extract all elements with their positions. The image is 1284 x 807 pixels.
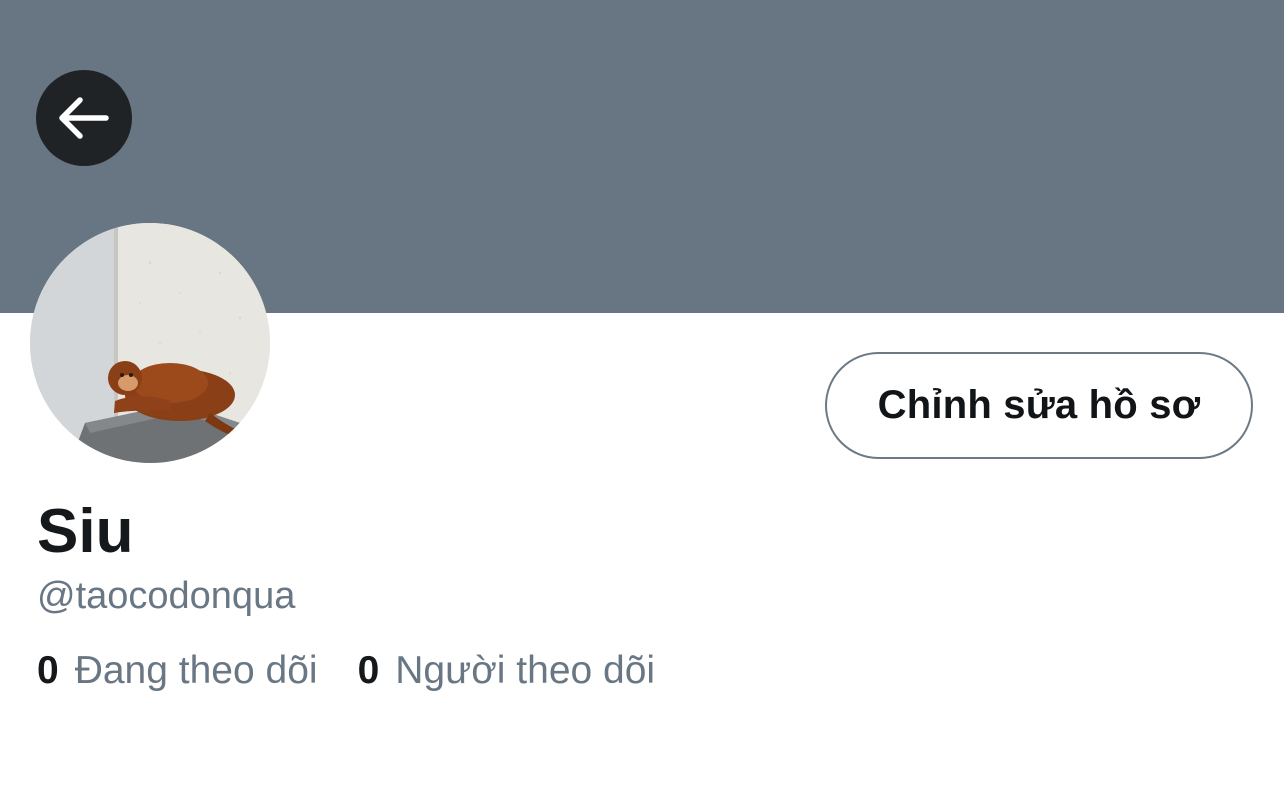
back-button[interactable] (36, 70, 132, 166)
followers-count: 0 (357, 649, 380, 692)
avatar[interactable] (30, 223, 270, 463)
arrow-left-icon (59, 97, 109, 139)
username-handle: @taocodonqua (37, 575, 296, 617)
profile-photo-plush-orangutan (30, 223, 270, 463)
follow-stats: 0 Đang theo dõi 0 Người theo dõi (37, 646, 655, 696)
edit-profile-button[interactable]: Chỉnh sửa hồ sơ (825, 352, 1253, 459)
following-label: Đang theo dõi (74, 649, 318, 692)
followers-label: Người theo dõi (395, 649, 656, 692)
following-stat[interactable]: 0 Đang theo dõi (37, 646, 318, 696)
profile-page: Chỉnh sửa hồ sơ Siu @taocodonqua 0 Đang … (0, 0, 1284, 807)
display-name: Siu (37, 497, 134, 566)
following-count: 0 (37, 649, 59, 692)
followers-stat[interactable]: 0 Người theo dõi (358, 646, 656, 696)
